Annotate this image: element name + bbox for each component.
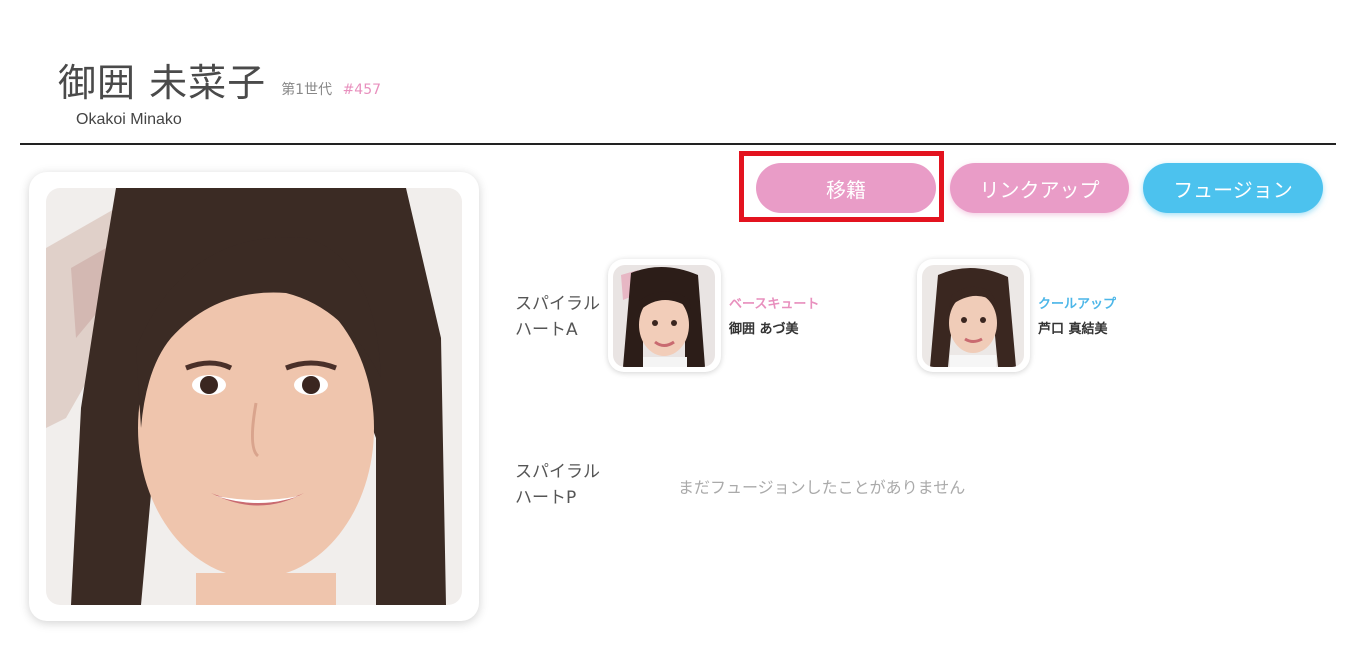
member-number: #457 [342,82,382,98]
fusion-button[interactable]: フュージョン [1143,163,1323,213]
partner-name: 御囲 あづ美 [729,322,799,337]
partner-type: クールアップ [1038,297,1117,312]
member-meta: 第1世代 #457 [281,79,381,99]
partner-card[interactable] [608,259,721,372]
partner-card[interactable] [917,259,1030,372]
spiral-heart-a-label: スパイラル ハートA [515,294,600,340]
spiral-heart-p-label: スパイラル ハートP [515,462,600,508]
linkup-button[interactable]: リンクアップ [950,163,1129,213]
member-photo [46,188,462,605]
profile-header: 御囲 未菜子 第1世代 #457 [58,52,381,107]
generation-label: 第1世代 [281,82,333,98]
member-name: 御囲 未菜子 [58,61,267,105]
member-name-romaji: Okakoi Minako [76,111,182,128]
header-divider [20,143,1336,145]
partner-photo [922,265,1024,367]
partner-type: ベースキュート [729,297,820,312]
member-photo-card [29,172,479,621]
transfer-button[interactable]: 移籍 [756,163,936,213]
empty-fusion-message: まだフュージョンしたことがありません [678,478,966,497]
partner-name: 芦口 真結美 [1038,322,1108,337]
partner-photo [613,265,715,367]
